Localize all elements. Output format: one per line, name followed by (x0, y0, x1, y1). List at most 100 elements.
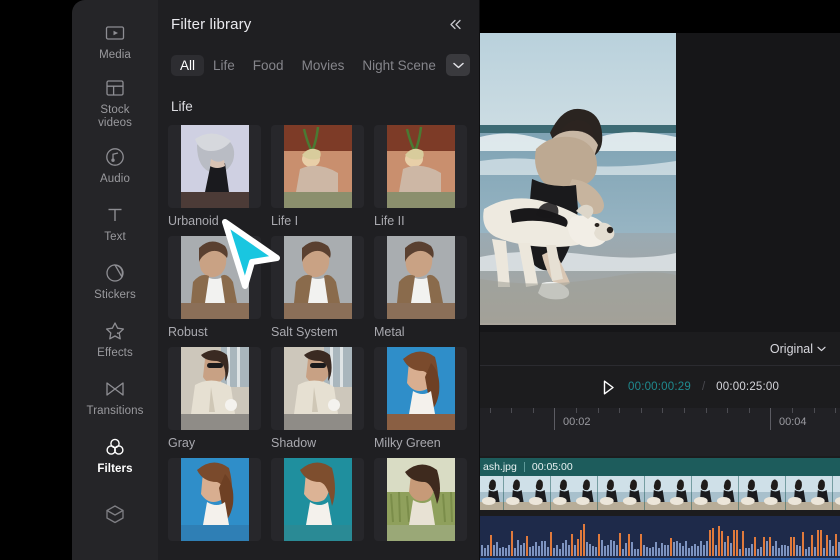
filter-item[interactable]: Life II (374, 125, 467, 228)
filmstrip-frame (809, 476, 833, 510)
waveform-bar (514, 547, 516, 556)
video-clip[interactable]: ash.jpg 00:05:00 (480, 458, 840, 510)
filmstrip-frame (738, 476, 762, 510)
ruler-tick (792, 408, 793, 413)
waveform-bar (496, 542, 498, 556)
waveform-bar (604, 545, 606, 556)
waveform-bar (565, 540, 567, 556)
waveform-bar (526, 536, 528, 556)
filter-thumbnail[interactable] (374, 347, 467, 430)
waveform-bar (595, 547, 597, 556)
waveform-bar (751, 544, 753, 556)
waveform-bar (823, 548, 825, 556)
waveform-bar (673, 542, 675, 556)
category-tab-all[interactable]: All (171, 54, 205, 76)
sidebar-item-audio[interactable]: Audio (72, 136, 158, 194)
filter-preview-image (386, 236, 455, 319)
filter-preview-image (283, 236, 352, 319)
waveform-bar (649, 548, 651, 556)
filter-item[interactable]: Shadow (271, 347, 364, 450)
waveform-bar (637, 548, 639, 556)
waveform-bar (781, 544, 783, 556)
filter-label: Salt System (271, 325, 338, 339)
filter-thumbnail[interactable] (271, 125, 364, 208)
filter-thumbnail[interactable] (271, 236, 364, 319)
filter-item[interactable]: Metal (374, 236, 467, 339)
category-tab-food[interactable]: Food (244, 55, 293, 76)
waveform-bar (628, 534, 630, 556)
filter-preview-image (180, 236, 249, 319)
filmstrip-frame (644, 476, 668, 510)
filter-item[interactable]: Urbanoid (168, 125, 261, 228)
filter-item[interactable] (271, 458, 364, 541)
filter-preview-image (386, 125, 455, 208)
waveform-bar (487, 545, 489, 556)
waveform-bar (790, 537, 792, 556)
waveform-bar (772, 545, 774, 556)
aspect-ratio-button[interactable]: Original (770, 342, 826, 356)
filter-thumbnail[interactable] (271, 458, 364, 541)
waveform-bar (697, 545, 699, 556)
filter-item[interactable]: Gray (168, 347, 261, 450)
filmstrip-frame (621, 476, 645, 510)
waveform-bar (634, 548, 636, 556)
filter-thumbnail[interactable] (374, 458, 467, 541)
sidebar-item-text[interactable]: Text (72, 194, 158, 252)
sidebar-item-media[interactable]: Media (72, 12, 158, 70)
waveform-bar (661, 543, 663, 556)
sidebar-item-stock-videos[interactable]: Stock videos (72, 70, 158, 136)
filter-preview-image (283, 125, 352, 208)
filter-preview-image (180, 347, 249, 430)
filter-item[interactable] (168, 458, 261, 541)
sidebar-item-cube[interactable] (72, 484, 158, 542)
category-tab-movies[interactable]: Movies (293, 55, 354, 76)
waveform-bar (577, 539, 579, 556)
filter-label: Life II (374, 214, 405, 228)
waveform-bar (508, 544, 510, 556)
stickers-icon (104, 262, 126, 284)
filter-thumbnail[interactable] (271, 347, 364, 430)
waveform-bar (724, 541, 726, 556)
chevron-double-left-icon[interactable] (445, 14, 465, 34)
audio-icon (104, 146, 126, 168)
filter-item[interactable]: Milky Green (374, 347, 467, 450)
filter-preview-image (180, 458, 249, 541)
filter-item[interactable] (374, 458, 467, 541)
filter-thumbnail[interactable] (168, 236, 261, 319)
category-tab-life[interactable]: Life (204, 55, 244, 76)
filter-item[interactable]: Robust (168, 236, 261, 339)
waveform-bar (670, 537, 672, 556)
play-icon[interactable] (600, 379, 617, 396)
category-tab-night-scene[interactable]: Night Scene (353, 55, 445, 76)
timeline-ruler[interactable]: 00:02 00:04 (480, 408, 840, 456)
filter-thumbnail[interactable] (374, 125, 467, 208)
chevron-down-icon[interactable] (446, 54, 470, 76)
waveform-bar (760, 547, 762, 556)
waveform-bar (574, 545, 576, 556)
sidebar-item-transitions[interactable]: Transitions (72, 368, 158, 426)
sidebar-item-filters[interactable]: Filters (72, 426, 158, 484)
waveform-bar (589, 544, 591, 556)
waveform-bar (511, 530, 513, 556)
current-time: 00:00:00:29 (628, 381, 691, 393)
waveform-bar (700, 540, 702, 556)
playback-controls: 00:00:00:29 / 00:00:25:00 (480, 367, 840, 407)
filter-item[interactable]: Salt System (271, 236, 364, 339)
audio-clip[interactable] (480, 516, 840, 560)
filter-item[interactable]: Life I (271, 125, 364, 228)
video-preview[interactable] (480, 33, 676, 325)
filter-thumbnail[interactable] (168, 125, 261, 208)
sidebar-item-label: Media (99, 48, 131, 61)
sidebar-item-effects[interactable]: Effects (72, 310, 158, 368)
waveform-bar (799, 545, 801, 556)
sidebar-item-stickers[interactable]: Stickers (72, 252, 158, 310)
filter-thumbnail[interactable] (374, 236, 467, 319)
waveform-bar (517, 540, 519, 556)
waveform-bar (796, 545, 798, 556)
waveform-bar (502, 546, 504, 556)
waveform-bar (784, 545, 786, 556)
filter-thumbnail[interactable] (168, 347, 261, 430)
waveform-bar (610, 540, 612, 556)
panel-header: Filter library (158, 0, 479, 48)
filter-thumbnail[interactable] (168, 458, 261, 541)
